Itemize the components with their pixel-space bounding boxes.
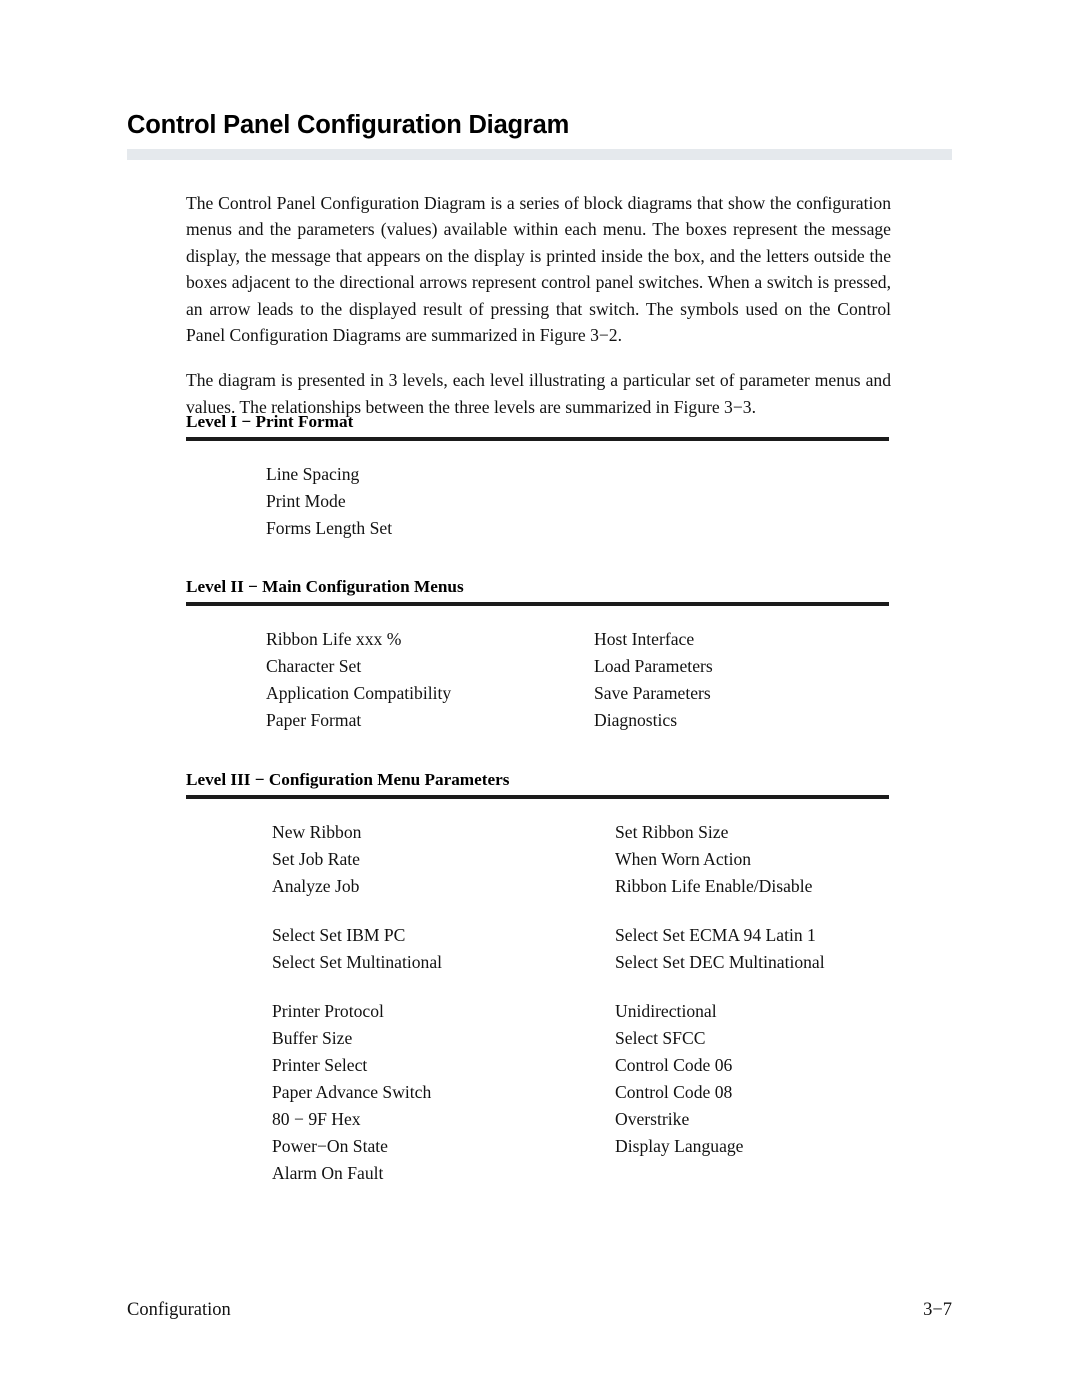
item-label: Unidirectional bbox=[615, 1001, 717, 1021]
item-label: Character Set bbox=[266, 656, 362, 676]
item-label: 80 − 9F Hex bbox=[272, 1109, 361, 1129]
item-label: Ribbon Life xxx % bbox=[266, 629, 402, 649]
item-label: Select Set IBM PC bbox=[272, 925, 406, 945]
document-page: Control Panel Configuration Diagram The … bbox=[0, 0, 1080, 1397]
item-label: Select Set Multinational bbox=[272, 952, 443, 972]
item-group: Printer Protocol Unidirectional Buffer S… bbox=[272, 998, 891, 1187]
item-row: Alarm On Fault bbox=[272, 1160, 891, 1187]
item-label: Select Set DEC Multinational bbox=[615, 952, 825, 972]
body-text: The Control Panel Configuration Diagram … bbox=[186, 190, 891, 420]
item-row: Ribbon Life xxx % Host Interface bbox=[266, 626, 891, 653]
footer-page-number: 3−7 bbox=[923, 1300, 952, 1320]
item-row: Character Set Load Parameters bbox=[266, 653, 891, 680]
item-label: Overstrike bbox=[615, 1109, 690, 1129]
section-heading-level-2: Level II − Main Configuration Menus bbox=[186, 577, 464, 596]
item-group: Line Spacing Print Mode Forms Length Set bbox=[266, 461, 891, 542]
title-underline-bar bbox=[127, 148, 952, 160]
item-group: Select Set IBM PC Select Set ECMA 94 Lat… bbox=[272, 922, 891, 976]
item-list-level-2: Ribbon Life xxx % Host Interface Charact… bbox=[186, 626, 891, 734]
item-label: Control Code 08 bbox=[615, 1082, 733, 1102]
section-level-3: Level III − Configuration Menu Parameter… bbox=[186, 770, 891, 1187]
section-rule-level-2 bbox=[186, 602, 889, 606]
section-heading-level-3: Level III − Configuration Menu Parameter… bbox=[186, 770, 510, 789]
item-label: Select SFCC bbox=[615, 1028, 706, 1048]
item-label: Print Mode bbox=[266, 491, 346, 511]
item-row: Set Job Rate When Worn Action bbox=[272, 846, 891, 873]
section-level-1: Level I − Print Format Line Spacing Prin… bbox=[186, 412, 891, 542]
item-label: Paper Advance Switch bbox=[272, 1082, 432, 1102]
footer-chapter-name: Configuration bbox=[127, 1300, 231, 1320]
item-label: New Ribbon bbox=[272, 822, 362, 842]
item-label: Control Code 06 bbox=[615, 1055, 733, 1075]
item-label: Analyze Job bbox=[272, 876, 360, 896]
item-list-level-1: Line Spacing Print Mode Forms Length Set bbox=[186, 461, 891, 542]
item-label: Diagnostics bbox=[594, 710, 678, 730]
item-label: Application Compatibility bbox=[266, 683, 452, 703]
item-row: Paper Format Diagnostics bbox=[266, 707, 891, 734]
item-row: New Ribbon Set Ribbon Size bbox=[272, 819, 891, 846]
item-row: Analyze Job Ribbon Life Enable/Disable bbox=[272, 873, 891, 900]
item-label: Display Language bbox=[615, 1136, 744, 1156]
item-label: Set Ribbon Size bbox=[615, 822, 729, 842]
item-label: Paper Format bbox=[266, 710, 362, 730]
item-label: Host Interface bbox=[594, 629, 695, 649]
item-label: Printer Select bbox=[272, 1055, 368, 1075]
item-label: When Worn Action bbox=[615, 849, 752, 869]
item-row: Paper Advance Switch Control Code 08 bbox=[272, 1079, 891, 1106]
item-label: Save Parameters bbox=[594, 683, 711, 703]
section-rule-level-1 bbox=[186, 437, 889, 441]
page-footer: Configuration 3−7 bbox=[127, 1300, 952, 1321]
item-label: Forms Length Set bbox=[266, 518, 393, 538]
item-row: Print Mode bbox=[266, 488, 891, 515]
item-group: New Ribbon Set Ribbon Size Set Job Rate … bbox=[272, 819, 891, 900]
section-heading-level-1: Level I − Print Format bbox=[186, 412, 354, 431]
item-row: Power−On State Display Language bbox=[272, 1133, 891, 1160]
page-title: Control Panel Configuration Diagram bbox=[127, 111, 570, 139]
title-block: Control Panel Configuration Diagram bbox=[127, 111, 952, 160]
item-label: Set Job Rate bbox=[272, 849, 360, 869]
section-level-2: Level II − Main Configuration Menus Ribb… bbox=[186, 577, 891, 734]
item-label: Buffer Size bbox=[272, 1028, 353, 1048]
item-row: Forms Length Set bbox=[266, 515, 891, 542]
item-row: Select Set Multinational Select Set DEC … bbox=[272, 949, 891, 976]
item-label: Load Parameters bbox=[594, 656, 713, 676]
item-row: Select Set IBM PC Select Set ECMA 94 Lat… bbox=[272, 922, 891, 949]
item-label: Printer Protocol bbox=[272, 1001, 384, 1021]
intro-paragraph-1: The Control Panel Configuration Diagram … bbox=[186, 193, 891, 345]
item-row: Application Compatibility Save Parameter… bbox=[266, 680, 891, 707]
item-list-level-3: New Ribbon Set Ribbon Size Set Job Rate … bbox=[186, 819, 891, 1187]
section-rule-level-3 bbox=[186, 795, 889, 799]
item-row: Printer Protocol Unidirectional bbox=[272, 998, 891, 1025]
item-label: Alarm On Fault bbox=[272, 1163, 384, 1183]
item-label: Power−On State bbox=[272, 1136, 388, 1156]
item-group: Ribbon Life xxx % Host Interface Charact… bbox=[266, 626, 891, 734]
item-label: Line Spacing bbox=[266, 464, 360, 484]
item-label: Ribbon Life Enable/Disable bbox=[615, 876, 813, 896]
item-row: 80 − 9F Hex Overstrike bbox=[272, 1106, 891, 1133]
item-row: Line Spacing bbox=[266, 461, 891, 488]
item-row: Buffer Size Select SFCC bbox=[272, 1025, 891, 1052]
item-label: Select Set ECMA 94 Latin 1 bbox=[615, 925, 816, 945]
item-row: Printer Select Control Code 06 bbox=[272, 1052, 891, 1079]
